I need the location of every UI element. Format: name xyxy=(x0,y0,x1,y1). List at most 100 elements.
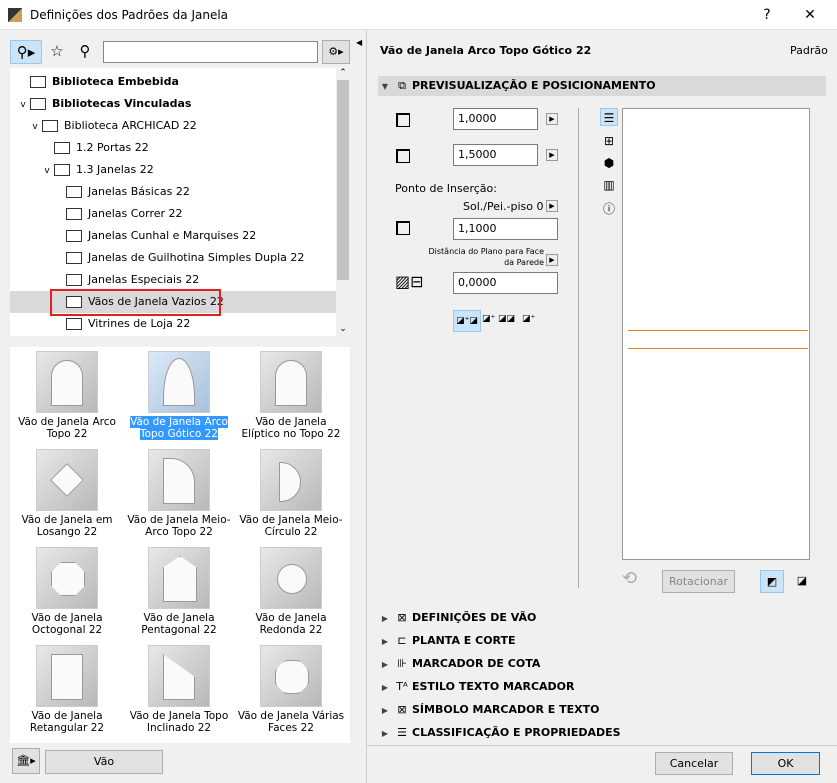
folder-icon xyxy=(66,252,82,264)
object-item[interactable]: Vão de Janela Meio-Círculo 22 xyxy=(235,446,347,544)
width-arrow-button[interactable]: ▶ xyxy=(546,113,558,125)
object-item[interactable]: Vão de Janela em Losango 22 xyxy=(11,446,123,544)
object-item[interactable]: Vão de Janela Redonda 22 xyxy=(235,544,347,642)
ok-button[interactable]: OK xyxy=(751,752,820,775)
library-manager-button[interactable]: 🏛▸ xyxy=(12,748,40,774)
help-button[interactable]: ? xyxy=(752,4,782,26)
object-item[interactable]: Vão de Janela Arco Topo 22 xyxy=(11,348,123,446)
section-icon: Tᴬ xyxy=(396,680,408,693)
elevation-view-button[interactable]: ☰ xyxy=(600,108,618,126)
favorites-star-icon[interactable]: ☆ xyxy=(42,40,72,64)
settings-gear-button[interactable]: ⚙▸ xyxy=(322,40,350,64)
object-item[interactable]: Vão de Janela Elíptico no Topo 22 xyxy=(235,348,347,446)
mirror-on-button[interactable]: ◪ xyxy=(790,570,814,593)
folder-icon xyxy=(54,164,70,176)
tree-item-label: 1.3 Janelas 22 xyxy=(76,163,154,176)
search-icon[interactable]: ⚲ xyxy=(70,40,100,64)
tree-item[interactable]: Janelas de Guilhotina Simples Dupla 22 xyxy=(10,247,336,269)
section-header[interactable]: ▶ ☰ CLASSIFICAÇÃO E PROPRIEDADES xyxy=(378,723,826,743)
mirror-off-button[interactable]: ◩ xyxy=(760,570,784,593)
plan-view-button[interactable]: ⊞ xyxy=(600,132,618,150)
tree-item[interactable]: Janelas Cunhal e Marquises 22 xyxy=(10,225,336,247)
tree-scrollbar[interactable]: ⌃ ⌄ xyxy=(336,68,350,336)
anchor-option-3-button[interactable]: ◪◪ xyxy=(498,314,515,324)
width-input[interactable]: 1,0000 xyxy=(453,108,538,130)
collapsed-triangle-icon: ▶ xyxy=(381,614,389,623)
halfcircle-shape xyxy=(279,462,301,502)
section-header[interactable]: ▶ ⊠ SÍMBOLO MARCADOR E TEXTO xyxy=(378,700,826,720)
section-view-button[interactable]: ▥ xyxy=(600,176,618,194)
object-label: Vão de Janela Redonda 22 xyxy=(255,612,327,636)
width-icon: ⧠ xyxy=(395,108,411,132)
section-header[interactable]: ▶ ⊪ MARCADOR DE COTA xyxy=(378,654,826,674)
height-icon: ⧠ xyxy=(395,144,411,168)
plane-arrow-button[interactable]: ▶ xyxy=(546,254,558,266)
tree-item[interactable]: v Bibliotecas Vinculadas xyxy=(10,93,336,115)
object-label: Vão de Janela Octogonal 22 xyxy=(31,612,103,636)
tree-item[interactable]: 1.2 Portas 22 xyxy=(10,137,336,159)
tree-item[interactable]: v 1.3 Janelas 22 xyxy=(10,159,336,181)
collapsed-triangle-icon: ▶ xyxy=(381,706,389,715)
tree-item-label: Janelas Correr 22 xyxy=(88,207,183,220)
search-input[interactable] xyxy=(103,41,318,63)
anchor-option-4-button[interactable]: ◪⁺ xyxy=(522,314,535,324)
object-item[interactable]: Vão de Janela Retangular 22 xyxy=(11,642,123,740)
slope-shape xyxy=(163,654,195,700)
info-button[interactable]: ⓘ xyxy=(600,200,618,218)
selected-folder-highlight xyxy=(50,289,221,316)
collapsed-triangle-icon: ▶ xyxy=(381,729,389,738)
height-arrow-button[interactable]: ▶ xyxy=(546,149,558,161)
section-header[interactable]: ▶ ⊠ DEFINIÇÕES DE VÃO xyxy=(378,608,826,628)
folder-icon xyxy=(66,230,82,242)
sill-input[interactable]: 1,1000 xyxy=(453,218,558,240)
close-button[interactable]: ✕ xyxy=(795,4,825,26)
cancel-button[interactable]: Cancelar xyxy=(655,752,733,775)
polygon-shape xyxy=(275,660,309,694)
section-preview-header[interactable]: ▼ ⧉ PREVISUALIZAÇÃO E POSICIONAMENTO xyxy=(378,76,826,96)
library-folder-icon xyxy=(30,98,46,110)
anchor-option-1-button[interactable]: ◪⁺◪ xyxy=(453,310,481,332)
anchor-option-2-button[interactable]: ◪⁺ xyxy=(482,314,495,324)
section-header[interactable]: ▶ ⊏ PLANTA E CORTE xyxy=(378,631,826,651)
height-input[interactable]: 1,5000 xyxy=(453,144,538,166)
tree-item[interactable]: Janelas Básicas 22 xyxy=(10,181,336,203)
object-thumbnail xyxy=(36,547,98,609)
folder-icon xyxy=(66,208,82,220)
halfarch-shape xyxy=(163,458,195,504)
section-header[interactable]: ▶ Tᴬ ESTILO TEXTO MARCADOR xyxy=(378,677,826,697)
object-thumbnail xyxy=(36,351,98,413)
preview-line xyxy=(628,348,808,349)
object-label: Vão de Janela Pentagonal 22 xyxy=(141,612,217,636)
object-label: Vão de Janela Elíptico no Topo 22 xyxy=(241,416,341,440)
tree-item[interactable]: Vitrines de Loja 22 xyxy=(10,313,336,335)
tree-item[interactable]: v Biblioteca ARCHICAD 22 xyxy=(10,115,336,137)
chevron-down-icon[interactable]: v xyxy=(40,160,54,182)
object-label: Vão de Janela Arco Topo Gótico 22 xyxy=(130,416,228,440)
tree-item[interactable]: Janelas Correr 22 xyxy=(10,203,336,225)
section-icon: ⊏ xyxy=(397,634,407,647)
object-item[interactable]: Vão de Janela Octogonal 22 xyxy=(11,544,123,642)
insertion-arrow-button[interactable]: ▶ xyxy=(546,200,558,212)
object-item[interactable]: Vão de Janela Pentagonal 22 xyxy=(123,544,235,642)
object-label: Vão de Janela Arco Topo 22 xyxy=(18,416,116,440)
library-filter-button[interactable]: ⚲▸ xyxy=(10,40,42,64)
insertion-label: Ponto de Inserção: xyxy=(395,182,497,195)
rotate-button[interactable]: Rotacionar xyxy=(662,570,735,593)
object-thumbnail xyxy=(36,645,98,707)
preset-label: Padrão xyxy=(790,44,828,57)
tree-item[interactable]: Janelas Especiais 22 xyxy=(10,269,336,291)
tree-item[interactable]: Biblioteca Embebida xyxy=(10,71,336,93)
chevron-down-icon[interactable]: v xyxy=(16,94,30,116)
panel-divider[interactable] xyxy=(366,30,367,783)
3d-view-button[interactable]: ⬢ xyxy=(600,154,618,172)
object-item[interactable]: Vão de Janela Arco Topo Gótico 22 xyxy=(123,348,235,446)
collapse-panel-arrow-icon[interactable]: ◀ xyxy=(356,38,362,47)
object-type-button[interactable]: Vão xyxy=(45,750,163,774)
object-item[interactable]: Vão de Janela Meio-Arco Topo 22 xyxy=(123,446,235,544)
plane-distance-input[interactable]: 0,0000 xyxy=(453,272,558,294)
object-item[interactable]: Vão de Janela Topo Inclinado 22 xyxy=(123,642,235,740)
gothic-shape xyxy=(163,358,195,406)
object-thumbnail xyxy=(36,449,98,511)
chevron-down-icon[interactable]: v xyxy=(28,116,42,138)
object-item[interactable]: Vão de Janela Várias Faces 22 xyxy=(235,642,347,740)
